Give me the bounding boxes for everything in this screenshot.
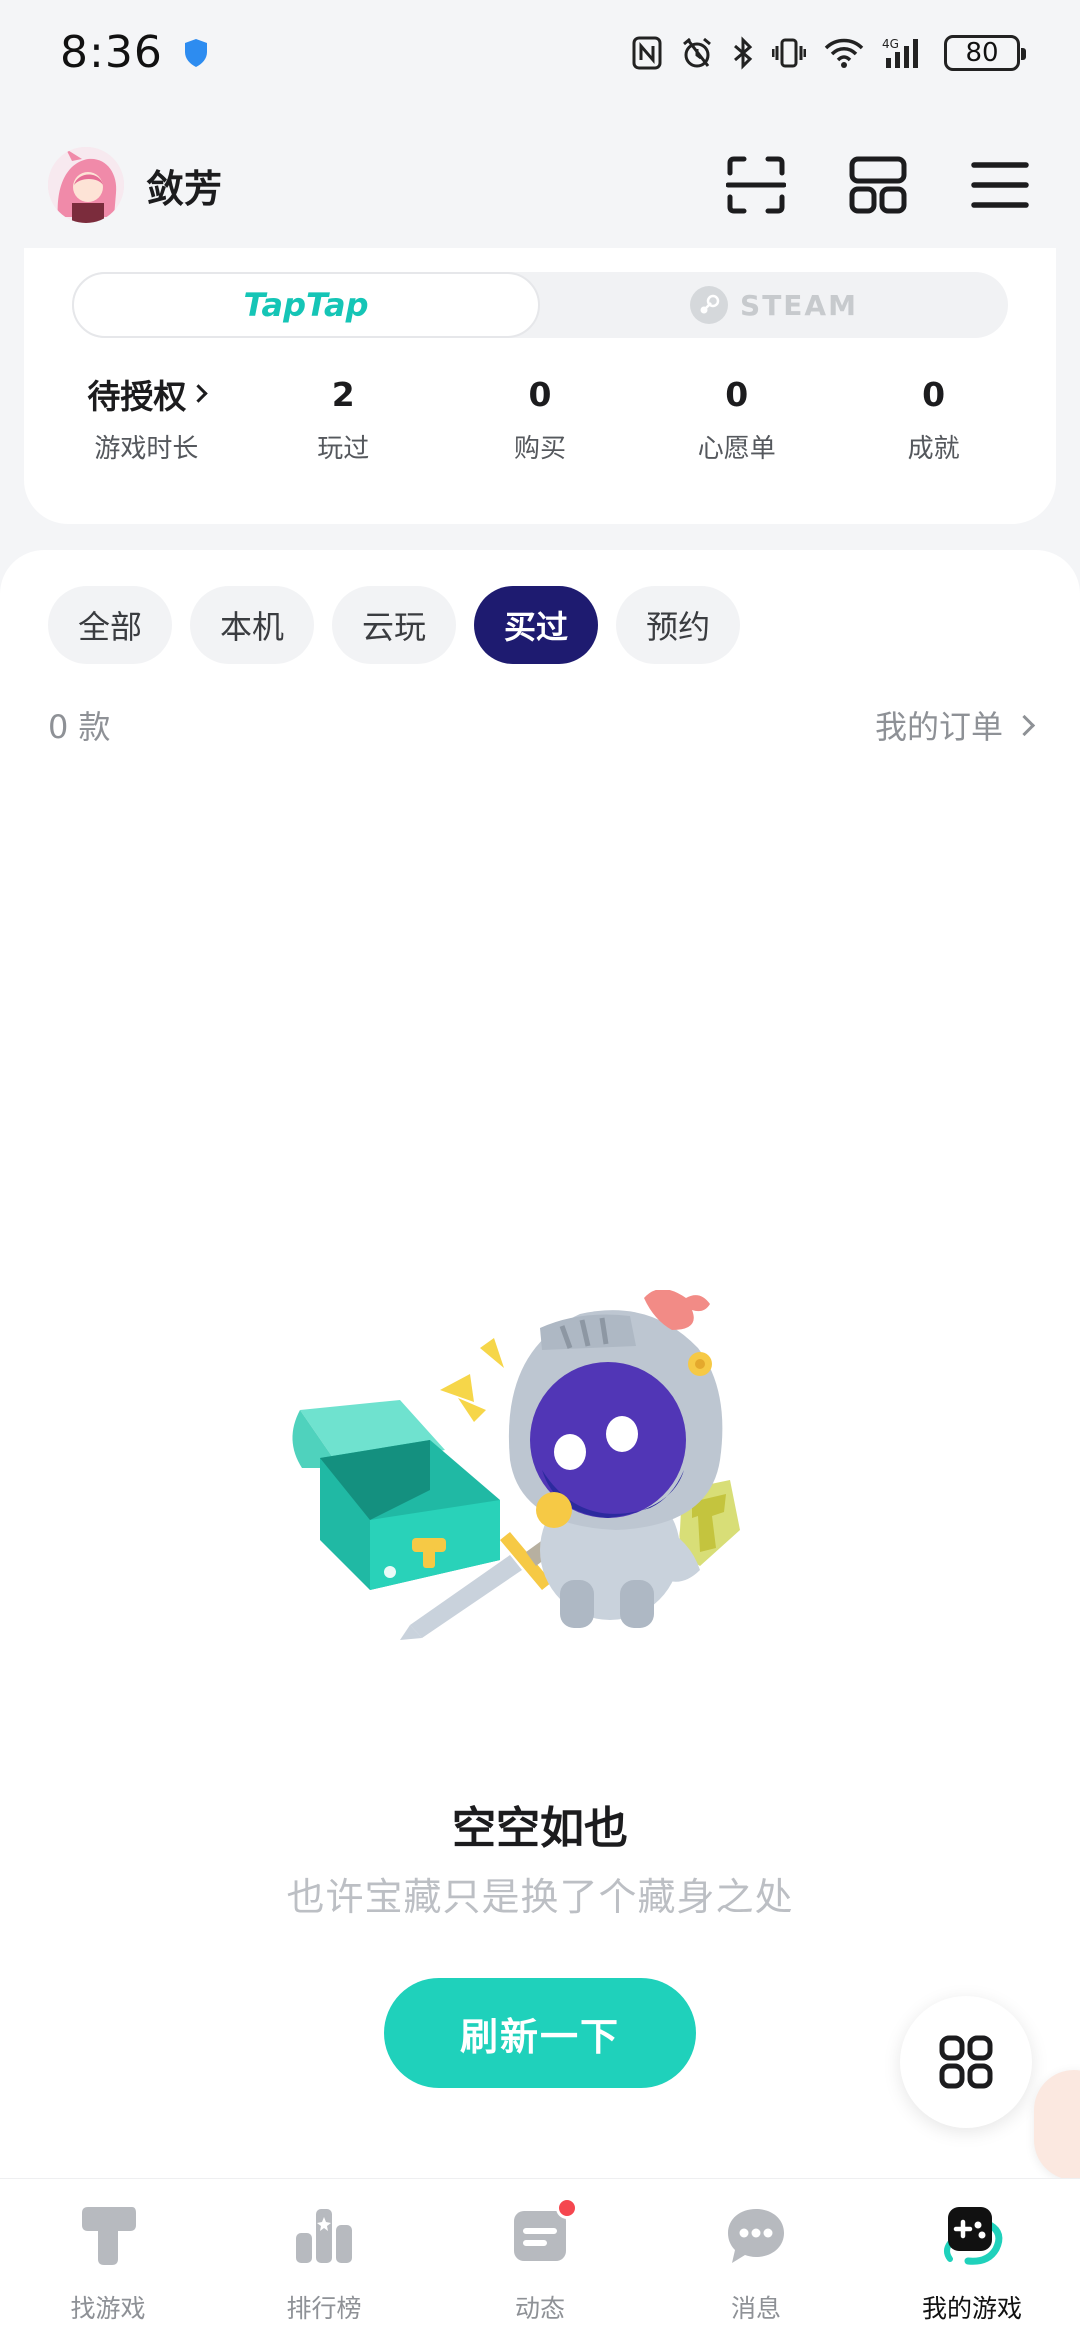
profile-header: 敛芳 xyxy=(0,130,1080,240)
floating-widget-edge[interactable] xyxy=(1034,2070,1080,2180)
layout-grid-icon xyxy=(849,156,907,214)
empty-treasure-knight-illustration xyxy=(292,1290,740,1640)
nav-label: 找游戏 xyxy=(70,2294,146,2323)
stat-played[interactable]: 2 玩过 xyxy=(245,372,442,472)
svg-text:4G: 4G xyxy=(882,37,899,51)
hamburger-menu-icon xyxy=(971,162,1029,208)
nav-label: 我的游戏 xyxy=(921,2294,1022,2323)
my-orders-label: 我的订单 xyxy=(874,708,1003,746)
nav-ranking[interactable]: 排行榜 xyxy=(216,2179,432,2340)
nav-label: 动态 xyxy=(514,2294,565,2323)
filter-tab-local[interactable]: 本机 xyxy=(190,586,315,664)
feed-icon-wrap xyxy=(508,2197,578,2267)
nav-feed[interactable]: 动态 xyxy=(432,2179,648,2340)
nfc-icon xyxy=(632,36,662,69)
stat-value: 0 xyxy=(528,374,552,414)
menu-button[interactable] xyxy=(968,153,1032,217)
nav-messages[interactable]: 消息 xyxy=(648,2179,864,2340)
stat-achievements[interactable]: 0 成就 xyxy=(835,372,1032,472)
my-orders-link[interactable]: 我的订单 xyxy=(874,702,1036,748)
ranking-icon xyxy=(296,2209,352,2263)
scan-icon xyxy=(726,156,786,214)
status-bar: 8:36 4G 80 xyxy=(0,0,1080,105)
status-icons: 4G 80 xyxy=(632,34,1026,71)
scan-button[interactable] xyxy=(724,153,788,217)
refresh-button[interactable]: 刷新一下 xyxy=(384,1978,696,2088)
header-actions xyxy=(724,153,1032,217)
stats-card: TapTap STEAM 待授权 游戏时长 2 玩过 0 购买 0 心愿单 0 … xyxy=(24,248,1056,524)
layout-button[interactable] xyxy=(846,153,910,217)
stat-value: 0 xyxy=(922,374,946,414)
battery-indicator: 80 xyxy=(944,34,1026,71)
nav-label: 排行榜 xyxy=(286,2294,362,2323)
username: 敛芳 xyxy=(146,166,223,211)
stat-label: 购买 xyxy=(513,434,566,464)
alarm-icon xyxy=(683,37,711,67)
stat-value: 待授权 xyxy=(87,372,209,416)
filter-tab-purchased[interactable]: 买过 xyxy=(474,586,599,664)
vibrate-icon xyxy=(772,38,806,67)
stat-purchased[interactable]: 0 购买 xyxy=(442,372,639,472)
tab-taptap[interactable]: TapTap xyxy=(72,272,540,338)
steam-label: STEAM xyxy=(740,288,858,322)
my-games-icon xyxy=(944,2207,1003,2265)
bottom-navigation: 找游戏 排行榜 动态 消息 我的游戏 xyxy=(0,2178,1080,2340)
cellular-signal-icon: 4G xyxy=(882,37,918,68)
game-count: 0 款 xyxy=(48,708,111,746)
find-games-icon xyxy=(82,2207,136,2265)
grid-icon xyxy=(939,2035,993,2089)
wifi-icon xyxy=(824,38,864,68)
nav-label: 消息 xyxy=(730,2294,781,2323)
chevron-right-icon xyxy=(1013,714,1036,736)
platform-toggle: TapTap STEAM xyxy=(72,272,1008,338)
stat-wishlist[interactable]: 0 心愿单 xyxy=(638,372,835,472)
avatar-image xyxy=(48,147,124,223)
empty-state-subtitle: 也许宝藏只是换了个藏身之处 xyxy=(286,1875,794,1919)
stat-value: 0 xyxy=(725,374,749,414)
stat-value: 2 xyxy=(331,374,355,414)
avatar[interactable] xyxy=(48,147,124,223)
stat-label: 心愿单 xyxy=(697,434,776,464)
tab-steam[interactable]: STEAM xyxy=(540,272,1008,338)
stat-label: 玩过 xyxy=(317,434,370,464)
notification-badge xyxy=(556,2197,578,2219)
stat-label: 游戏时长 xyxy=(94,434,199,464)
steam-icon xyxy=(690,286,729,324)
floating-grid-button[interactable] xyxy=(900,1996,1032,2128)
list-summary: 0 款 我的订单 xyxy=(48,700,1036,750)
chevron-right-icon xyxy=(189,383,209,403)
status-time: 8:36 xyxy=(60,27,163,78)
empty-state-title: 空空如也 xyxy=(452,1803,628,1854)
nav-find-games[interactable]: 找游戏 xyxy=(0,2179,216,2340)
filter-tab-cloud[interactable]: 云玩 xyxy=(332,586,457,664)
battery-level: 80 xyxy=(965,37,999,68)
message-icon xyxy=(728,2209,784,2263)
stat-label: 成就 xyxy=(907,434,960,464)
nav-my-games[interactable]: 我的游戏 xyxy=(864,2179,1080,2340)
stat-playtime[interactable]: 待授权 游戏时长 xyxy=(48,372,245,472)
security-shield-icon xyxy=(184,38,207,67)
games-list-panel: 全部 本机 云玩 买过 预约 0 款 我的订单 空空如也 也许宝藏只是换了个藏身… xyxy=(0,550,1080,2180)
bluetooth-icon xyxy=(734,35,753,70)
taptap-logo-label: TapTap xyxy=(243,286,369,324)
stats-row: 待授权 游戏时长 2 玩过 0 购买 0 心愿单 0 成就 xyxy=(48,372,1032,472)
filter-tab-all[interactable]: 全部 xyxy=(48,586,173,664)
my-games-page: 8:36 4G 80 敛芳 TapTap STEAM 待授权 游戏时长 2 玩过… xyxy=(0,0,1080,2340)
filter-tab-reserved[interactable]: 预约 xyxy=(616,586,741,664)
filter-tabs: 全部 本机 云玩 买过 预约 xyxy=(48,586,741,664)
